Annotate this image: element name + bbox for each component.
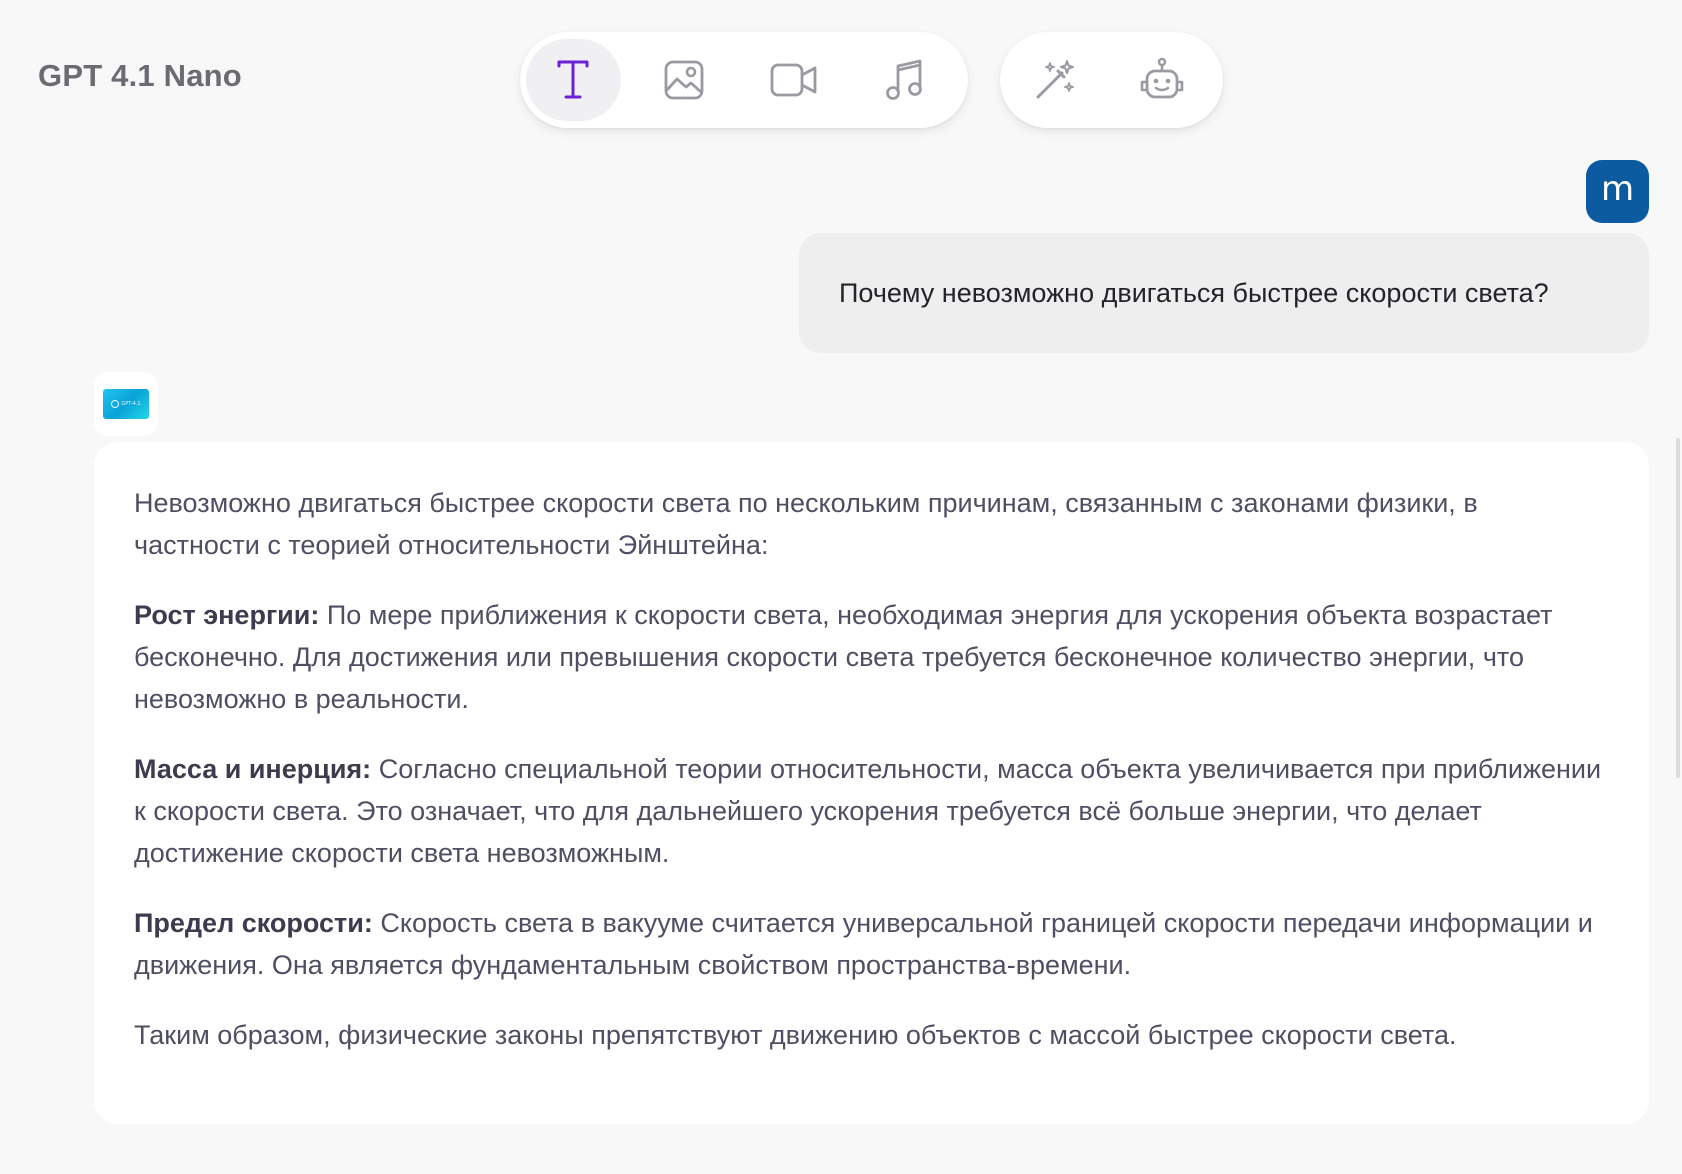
bot-avatar: GPT-4.1 <box>94 372 158 436</box>
model-name: GPT 4.1 Nano <box>38 58 242 93</box>
answer-point-title: Масса и инерция: <box>134 754 372 784</box>
scrollbar[interactable] <box>1676 438 1680 778</box>
user-avatar[interactable]: m <box>1586 160 1649 223</box>
user-message-bubble: Почему невозможно двигаться быстрее скор… <box>799 233 1649 353</box>
magic-wand-icon <box>1036 60 1075 99</box>
text-mode-button[interactable] <box>526 39 621 121</box>
music-icon <box>885 59 922 100</box>
tools-toolbar <box>1000 32 1223 128</box>
music-mode-button[interactable] <box>858 39 953 121</box>
gpt-logo-icon: GPT-4.1 <box>103 389 149 419</box>
answer-point-title: Рост энергии: <box>134 600 320 630</box>
answer-point: Масса и инерция: Согласно специальной те… <box>134 748 1609 874</box>
bot-avatar-label: GPT-4.1 <box>121 401 141 407</box>
answer-point-text: По мере приближения к скорости света, не… <box>134 600 1553 714</box>
answer-point: Предел скорости: Скорость света в вакуум… <box>134 902 1609 986</box>
magic-button[interactable] <box>1010 39 1101 121</box>
robot-icon <box>1140 57 1184 99</box>
answer-point-title: Предел скорости: <box>134 908 373 938</box>
answer-intro: Невозможно двигаться быстрее скорости св… <box>134 488 1478 560</box>
video-icon <box>770 63 817 97</box>
user-message-text: Почему невозможно двигаться быстрее скор… <box>839 277 1549 308</box>
mode-toolbar <box>520 32 968 128</box>
image-icon <box>664 60 704 100</box>
video-mode-button[interactable] <box>747 39 842 121</box>
assistant-message-card: Невозможно двигаться быстрее скорости св… <box>94 442 1649 1124</box>
image-mode-button[interactable] <box>637 39 732 121</box>
assistant-button[interactable] <box>1117 39 1208 121</box>
text-icon <box>557 60 589 99</box>
gpt-logo-mark <box>111 400 120 408</box>
answer-conclusion: Таким образом, физические законы препятс… <box>134 1020 1457 1050</box>
answer-point: Рост энергии: По мере приближения к скор… <box>134 594 1609 720</box>
